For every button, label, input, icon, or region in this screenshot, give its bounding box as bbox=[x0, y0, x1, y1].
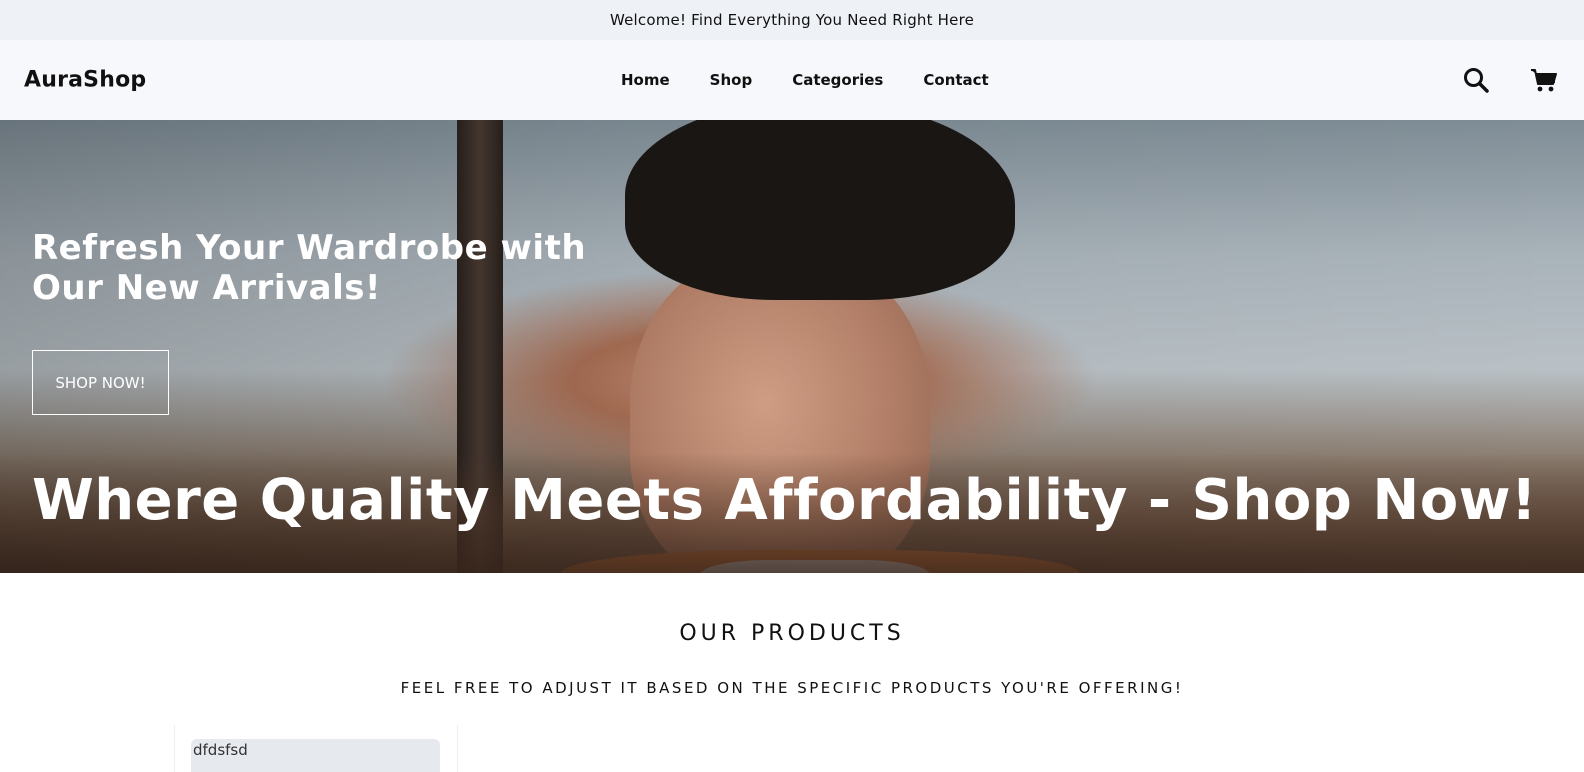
hero-tagline: Where Quality Meets Affordability - Shop… bbox=[32, 468, 1537, 533]
product-image[interactable]: dfdsfsd bbox=[191, 739, 440, 772]
site-logo[interactable]: AuraShop bbox=[24, 68, 146, 93]
site-header: AuraShop Home Shop Categories Contact bbox=[0, 40, 1584, 120]
products-section: OUR PRODUCTS FEEL FREE TO ADJUST IT BASE… bbox=[0, 573, 1584, 772]
hero-title: Refresh Your Wardrobe with Our New Arriv… bbox=[32, 228, 592, 308]
nav-item-home[interactable]: Home bbox=[621, 71, 670, 89]
shop-now-button[interactable]: SHOP NOW! bbox=[32, 350, 169, 415]
nav-item-contact[interactable]: Contact bbox=[923, 71, 988, 89]
nav-item-categories[interactable]: Categories bbox=[792, 71, 883, 89]
product-card[interactable]: dfdsfsd bbox=[174, 725, 458, 772]
nav-item-shop[interactable]: Shop bbox=[710, 71, 753, 89]
products-title: OUR PRODUCTS bbox=[679, 621, 905, 646]
announcement-text: Welcome! Find Everything You Need Right … bbox=[609, 11, 975, 29]
products-subtitle: FEEL FREE TO ADJUST IT BASED ON THE SPEC… bbox=[400, 679, 1184, 697]
main-nav: Home Shop Categories Contact bbox=[621, 71, 989, 89]
announcement-bar: Welcome! Find Everything You Need Right … bbox=[0, 0, 1584, 40]
cart-icon[interactable] bbox=[1530, 66, 1558, 94]
search-icon[interactable] bbox=[1462, 66, 1490, 94]
hero-title-line-1: Refresh Your Wardrobe with bbox=[32, 228, 587, 268]
hero-banner: Refresh Your Wardrobe with Our New Arriv… bbox=[0, 120, 1584, 573]
hero-title-line-2: Our New Arrivals! bbox=[32, 268, 381, 308]
